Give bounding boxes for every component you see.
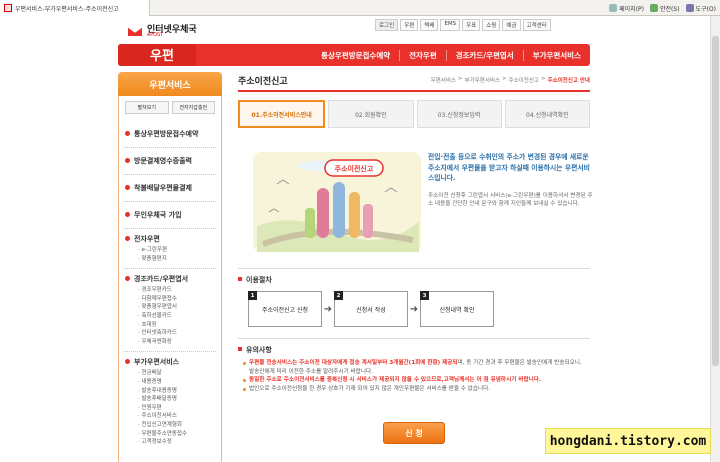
sidebar-link[interactable]: 초대장	[138, 321, 216, 330]
nav-visit-pickup[interactable]: 통상우편방문접수예약	[312, 50, 399, 61]
browser-toolbar: 우편서비스-부가우편서비스-주소이전신고 페이지(P) 안전(S) 도구(O)	[0, 0, 720, 16]
expand-all-button[interactable]: 펼쳐보기	[125, 101, 169, 114]
intro-sub: 주소이전 신청후 그린엽서 서비스(e-그린우편)를 이용하셔서 변경된 주소 …	[428, 192, 593, 208]
sidebar-link[interactable]: 우편물주소연동접수	[138, 430, 216, 439]
address-move-illustration: 주소이전신고	[253, 152, 421, 252]
note-item: 우편물 전송서비스는 주소이전 대상자에게 접송 계서일부터 3개월간(1회에 …	[242, 359, 584, 376]
sidebar-link[interactable]: 내용증명	[138, 378, 216, 387]
browser-tab[interactable]: 우편서비스-부가우편서비스-주소이전신고	[0, 0, 150, 16]
step-2: 02.회원확인	[328, 100, 414, 128]
watermark: hongdani.tistory.com	[545, 428, 711, 454]
sidebar-link[interactable]: 민원우편	[138, 404, 216, 413]
main-nav: 통상우편방문접수예약 전자우편 경조카드/우편엽서 부가우편서비스	[118, 44, 590, 66]
util-login[interactable]: 로그인	[375, 19, 399, 31]
arrow-right-icon: ➜	[323, 303, 333, 315]
breadcrumb: 우편서비스 > 부가우편서비스 > 주소이전신고 > 주소이전신고 안내	[430, 76, 590, 84]
sidebar-link[interactable]: 발송후내용증명	[138, 387, 216, 396]
sidebar-group-e-post: 전자우편 e-그린우편 맞춤형편지	[124, 229, 216, 270]
safety-icon	[650, 4, 659, 12]
sidebar-link[interactable]: 발송후배달증명	[138, 395, 216, 404]
page-title: 주소이전신고	[238, 77, 288, 87]
safety-menu[interactable]: 안전(S)	[650, 4, 680, 13]
sidebar-link[interactable]: 전입신고연계형회	[138, 421, 216, 430]
sidebar-link[interactable]: 고객정보수정	[138, 438, 216, 447]
step-1: 01.주소이전서비스안내	[238, 100, 326, 128]
utility-nav: 로그인 우편 택배 EMS 우표 쇼핑 예금 고객센터	[375, 19, 551, 31]
breadcrumb-item[interactable]: 주소이전신고	[509, 76, 539, 84]
process-flow: 1 주소이전신고 신청 ➜ 2 신청서 작성 ➜ 3 신청내역 확인	[248, 291, 494, 327]
sidebar-link[interactable]: 현금배달	[138, 369, 216, 378]
scrollbar-thumb[interactable]	[712, 36, 719, 366]
step-indicator: 01.주소이전서비스안내 02.회원확인 03.신청정보입력 04.신청내역확인	[238, 100, 590, 128]
util-stamp[interactable]: 우표	[462, 19, 481, 31]
page-menu[interactable]: 페이지(P)	[609, 4, 644, 13]
note-item: 동일한 주소로 주소이전서비스를 중복신청 시 서비스가 제공되지 않을 수 있…	[242, 376, 584, 385]
sidebar-link[interactable]: 다함께우편접수	[138, 295, 216, 304]
sidebar-item-visit-pickup[interactable]: 통상우편방문접수예약	[124, 121, 216, 148]
util-shopping[interactable]: 쇼핑	[482, 19, 501, 31]
gear-icon	[685, 4, 694, 12]
sidebar: 우편서비스 펼쳐보기 전자지갑충전 통상우편방문접수예약 방문결제영수증출력 착…	[118, 72, 222, 462]
page-icon	[609, 4, 618, 12]
util-parcel[interactable]: 택배	[420, 19, 439, 31]
process-step-2: 2 신청서 작성	[334, 291, 408, 327]
tab-title: 우편서비스-부가우편서비스-주소이전신고	[15, 5, 119, 13]
apply-button[interactable]: 신 청	[383, 422, 445, 444]
sidebar-link[interactable]: 우체국엔화장	[138, 338, 216, 347]
sidebar-group-title[interactable]: 경조카드/우편엽서	[125, 274, 216, 284]
sidebar-tabs: 펼쳐보기 전자지갑충전	[118, 96, 222, 119]
post-logo-icon	[127, 26, 143, 36]
sidebar-group-additional: 부가우편서비스 현금배달 내용증명 발송후내용증명 발송후배달증명 민원우편 주…	[124, 352, 216, 451]
notes-list: 우편물 전송서비스는 주소이전 대상자에게 접송 계서일부터 3개월간(1회에 …	[238, 359, 584, 393]
illustration-label: 주소이전신고	[335, 164, 374, 173]
step-3: 03.신청정보입력	[416, 100, 502, 128]
sidebar-group-title[interactable]: 전자우편	[125, 234, 216, 244]
tools-menu[interactable]: 도구(O)	[685, 4, 716, 13]
util-savings[interactable]: 예금	[502, 19, 521, 31]
sidebar-link[interactable]: 축하선물카드	[138, 312, 216, 321]
process-step-3: 3 신청내역 확인	[420, 291, 494, 327]
nav-cards-postcards[interactable]: 경조카드/우편엽서	[445, 49, 523, 61]
vertical-scrollbar[interactable]	[710, 16, 720, 462]
util-ems[interactable]: EMS	[440, 19, 461, 31]
sidebar-group-title[interactable]: 부가우편서비스	[125, 357, 216, 367]
sidebar-group-cards: 경조카드/우편엽서 경조우편카드 다함께우편접수 맞춤형우편엽서 축하선물카드 …	[124, 269, 216, 353]
brand-sub: ePOST	[147, 32, 164, 38]
process-step-1: 1 주소이전신고 신청	[248, 291, 322, 327]
section-logo: 우편	[150, 49, 174, 64]
breadcrumb-item[interactable]: 우편서비스	[431, 76, 456, 84]
nav-additional-services[interactable]: 부가우편서비스	[522, 49, 590, 61]
sidebar-link[interactable]: 맞춤형편지	[138, 255, 216, 264]
sidebar-link[interactable]: 인터넷축하카드	[138, 329, 216, 338]
sidebar-link[interactable]: 맞춤형우편엽서	[138, 303, 216, 312]
intro-main: 전입·전출 등으로 수취인의 주소가 변경된 경우에 새로운 주소지에서 우편물…	[428, 153, 590, 182]
page-icon	[4, 4, 12, 12]
step-4: 04.신청내역확인	[504, 100, 590, 128]
intro-text: 전입·전출 등으로 수취인의 주소가 변경된 경우에 새로운 주소지에서 우편물…	[428, 152, 593, 209]
sidebar-link[interactable]: 경조우편카드	[138, 286, 216, 295]
sidebar-item-unmanned-office[interactable]: 무인우체국 가입	[124, 202, 216, 229]
nav-e-mail-post[interactable]: 전자우편	[399, 49, 446, 61]
util-post[interactable]: 우편	[400, 19, 419, 31]
browser-tools: 페이지(P) 안전(S) 도구(O)	[609, 0, 716, 16]
notes-section: 유의사항 우편물 전송서비스는 주소이전 대상자에게 접송 계서일부터 3개월간…	[238, 338, 590, 412]
sidebar-title: 우편서비스	[118, 72, 222, 96]
breadcrumb-current: 주소이전신고 안내	[547, 78, 590, 84]
process-section: 이용절차 1 주소이전신고 신청 ➜ 2 신청서 작성 ➜ 3 신청내역 확인	[238, 268, 590, 340]
sidebar-item-receipt-print[interactable]: 방문결제영수증출력	[124, 148, 216, 175]
note-item: 법인으로 주소이전신청을 한 경우 상호가 기재 되어 있지 않은 개인우편물은…	[242, 385, 584, 394]
arrow-right-icon: ➜	[409, 303, 419, 315]
sidebar-item-cod-payment[interactable]: 착불배달우편물결제	[124, 175, 216, 202]
sidebar-link[interactable]: e-그린우편	[138, 246, 216, 255]
process-title: 이용절차	[238, 275, 590, 285]
sidebar-link[interactable]: 주소이전서비스	[138, 412, 216, 421]
notes-title: 유의사항	[238, 345, 590, 355]
util-customer-center[interactable]: 고객센터	[522, 19, 551, 31]
wallet-charge-button[interactable]: 전자지갑충전	[171, 101, 215, 114]
breadcrumb-item[interactable]: 부가우편서비스	[465, 76, 500, 84]
